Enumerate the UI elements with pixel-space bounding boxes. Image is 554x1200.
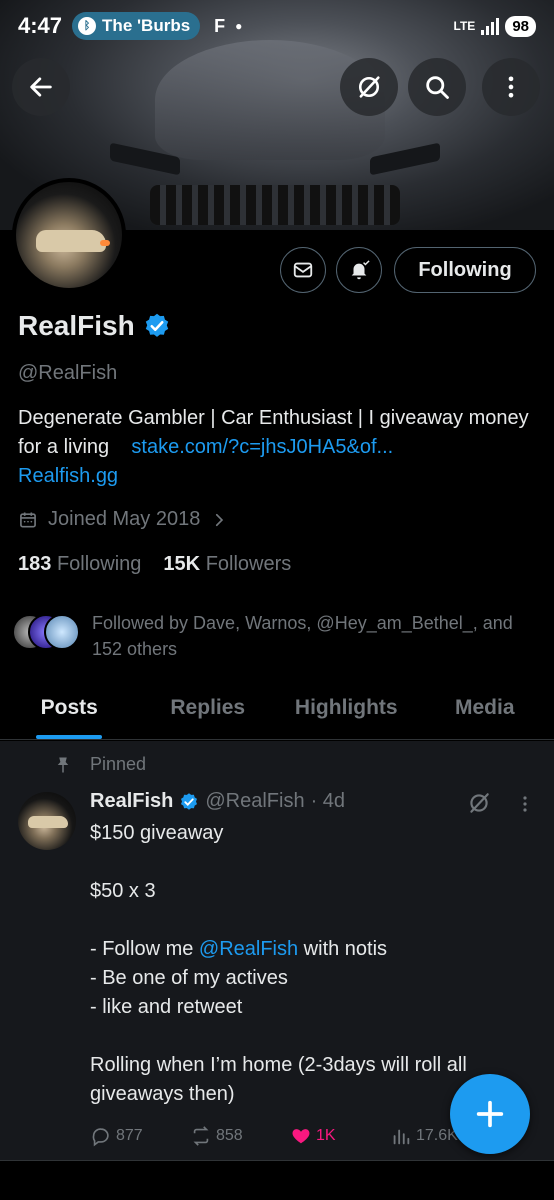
followed-by[interactable]: Followed by Dave, Warnos, @Hey_am_Bethel… [12,610,532,662]
repost-button[interactable]: 858 [190,1125,290,1147]
post-line: - Be one of my actives [90,967,288,989]
profile-bio: Degenerate Gambler | Car Enthusiast | I … [18,404,538,491]
grok-icon [470,793,489,813]
status-right: LTE 98 [453,15,536,37]
avatar-car-shape [36,230,106,252]
verified-badge-icon[interactable] [143,312,171,340]
like-button[interactable]: 1K [290,1125,390,1147]
search-button[interactable] [408,58,466,116]
bio-link[interactable]: stake.com/?c=jhsJ0HA5&of... [131,436,393,458]
more-options-button[interactable] [482,58,540,116]
more-vertical-icon [508,76,514,98]
analytics-icon [393,1129,410,1145]
tab-posts[interactable]: Posts [0,688,139,739]
post-line: $50 x 3 [90,880,156,902]
calendar-icon [20,512,36,527]
profile-avatar[interactable] [12,178,126,292]
followed-by-text: Followed by Dave, Warnos, @Hey_am_Bethel… [92,613,513,659]
arrow-left-icon [30,77,52,97]
post-line-suffix: with notis [298,938,388,960]
grok-button[interactable] [340,58,398,116]
post-author-handle: @RealFish [205,790,305,812]
post-divider [0,1160,554,1161]
followers-count: 15K [163,553,201,575]
reply-count: 877 [116,1127,143,1144]
tab-highlights[interactable]: Highlights [277,688,416,739]
banner-car-grille [150,185,400,225]
bell-check-icon [351,260,370,280]
pinned-indicator: Pinned [54,754,146,775]
now-playing-pill[interactable]: ᛒ The 'Burbs [72,12,201,40]
tab-media[interactable]: Media [416,688,554,739]
repost-icon [193,1126,209,1146]
banner-car-headlight-right [370,142,440,176]
message-button[interactable] [280,247,326,293]
back-button[interactable] [12,58,70,116]
plus-icon [476,1100,504,1128]
status-bar: 4:47 ᛒ The 'Burbs F ● LTE 98 [0,0,554,52]
signal-icon [481,17,500,35]
profile-name: RealFish [18,310,171,342]
battery-level: 98 [505,15,536,37]
post-author-name[interactable]: RealFish [90,790,173,813]
display-name: RealFish [18,310,135,341]
verified-badge-icon [181,792,198,810]
followers-label: Followers [205,553,292,575]
post-line-prefix: - Follow me [90,938,199,960]
follow-counts: 183 Following 15K Followers [18,553,291,576]
heart-filled-icon [292,1129,310,1144]
post-line: $150 giveaway [90,822,224,844]
more-vertical-icon [523,796,527,812]
profile-tabs: Posts Replies Highlights Media [0,688,554,740]
profile-handle: @RealFish [18,362,118,384]
search-icon [426,76,449,99]
post-avatar-car [28,816,68,828]
post-text: $150 giveaway $50 x 3 - Follow me @RealF… [90,819,520,1109]
post-grok-button[interactable] [466,790,492,821]
following-button[interactable]: Following [394,247,536,293]
following-count: 183 [18,553,52,575]
followed-by-avatars [12,614,82,654]
joined-date[interactable]: Joined May 2018 [18,508,228,531]
following-count-link[interactable]: 183 Following [18,553,141,576]
post-more-button[interactable] [518,792,532,821]
reply-icon [92,1128,109,1147]
repost-count: 858 [216,1127,243,1144]
following-label: Following [56,553,142,575]
post-line: - like and retweet [90,996,243,1018]
follower-avatar [44,614,80,650]
now-playing-title: The 'Burbs [102,16,191,35]
post-time: · 4d [310,790,346,812]
like-count: 1K [316,1127,336,1144]
compose-post-button[interactable] [450,1074,530,1154]
views-count: 17.6K [416,1127,458,1144]
mail-icon [293,262,313,278]
post-author-avatar[interactable] [18,792,76,850]
grok-icon [358,76,380,98]
app-notification-icon: F [214,15,226,36]
reply-button[interactable]: 877 [90,1125,190,1147]
avatar-car-light [100,240,110,246]
status-time: 4:47 [18,13,63,38]
post-line: Rolling when I’m home (2-3days will roll… [90,1054,473,1105]
notifications-button[interactable] [336,247,382,293]
pinned-label: Pinned [90,754,147,774]
chevron-right-icon [216,513,224,526]
followers-count-link[interactable]: 15K Followers [163,553,291,576]
joined-text: Joined May 2018 [48,508,201,530]
pin-icon [57,757,69,772]
notification-dot-icon: ● [235,19,243,33]
tab-replies[interactable]: Replies [139,688,278,739]
website-link[interactable]: Realfish.gg [18,465,118,487]
post-header: RealFish @RealFish · 4d [90,790,345,813]
post-mention-link[interactable]: @RealFish [199,938,298,960]
network-type: LTE [453,19,476,33]
bluetooth-icon: ᛒ [78,17,97,35]
